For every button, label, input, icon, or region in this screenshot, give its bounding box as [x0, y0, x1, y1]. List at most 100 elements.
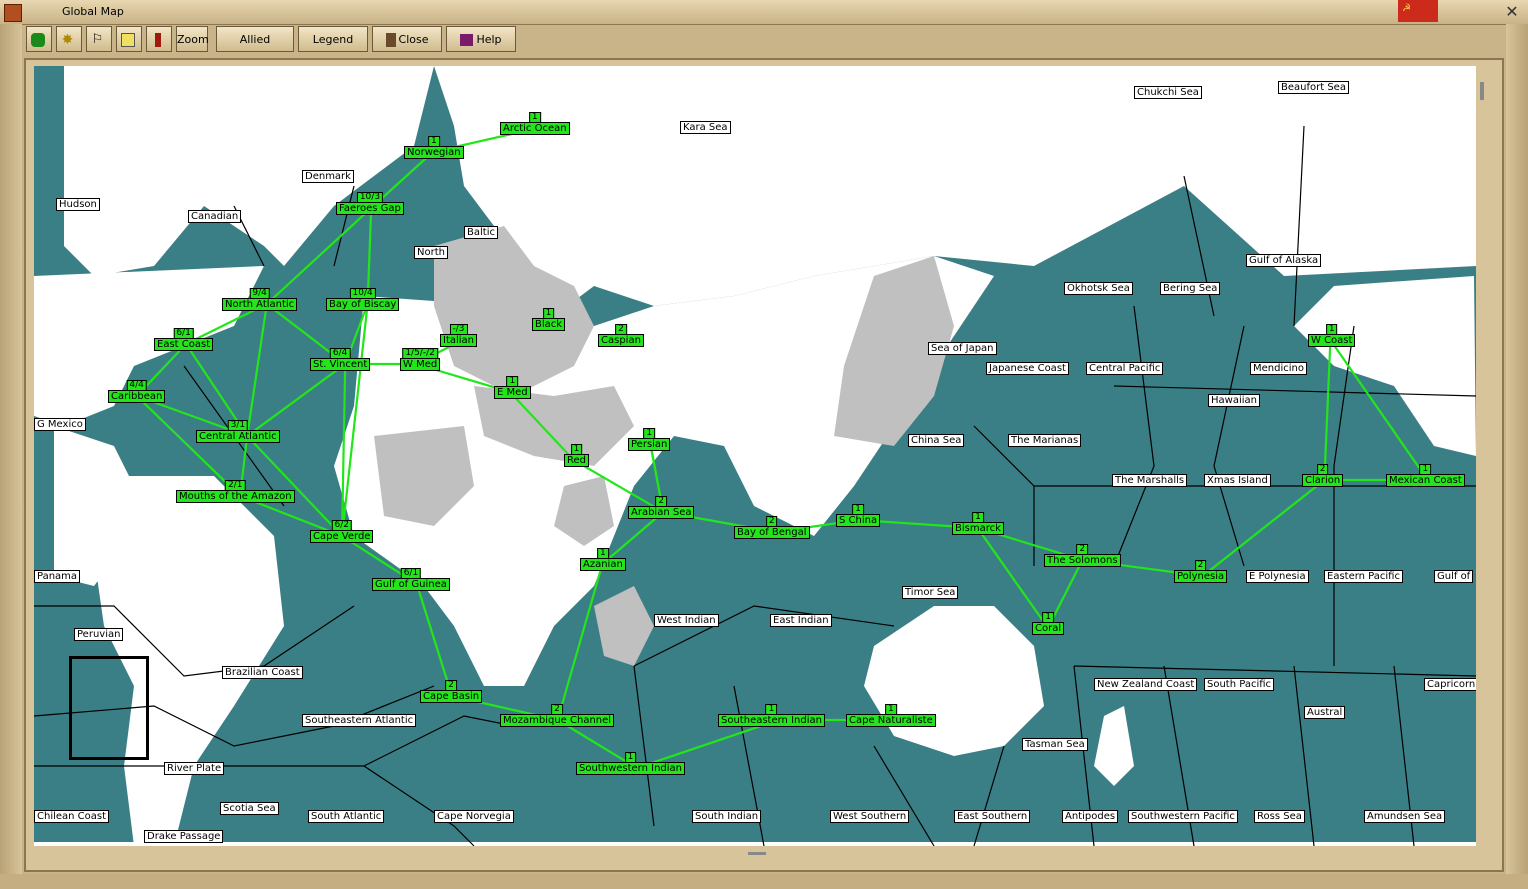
global-map[interactable]: Chukchi Sea Beaufort Sea Kara Sea Hudson Can…	[34, 66, 1476, 846]
sea-zone-label[interactable]: G Mexico	[34, 418, 86, 431]
sea-zone-label[interactable]: Ross Sea	[1254, 810, 1305, 823]
sea-zone-label[interactable]: China Sea	[908, 434, 965, 447]
sea-zone-label[interactable]: East Indian	[770, 614, 832, 627]
convoy-node[interactable]: Bismarck 1	[952, 512, 1004, 535]
convoy-node[interactable]: Bay of Bengal 2	[734, 516, 810, 539]
close-button[interactable]: Close	[372, 26, 442, 52]
sea-zone-label[interactable]: Hawaiian	[1208, 394, 1260, 407]
convoy-node[interactable]: Southeastern Indian 1	[718, 704, 825, 727]
convoy-count-badge: 3/1	[227, 420, 249, 431]
convoy-node[interactable]: Central Atlantic 3/1	[196, 420, 280, 443]
convoy-node[interactable]: W Med 1/5/-/2	[400, 348, 441, 371]
convoy-node[interactable]: East Coast 6/1	[154, 328, 214, 351]
convoy-node[interactable]: St. Vincent 6/4	[310, 348, 371, 371]
sea-zone-label[interactable]: The Marianas	[1008, 434, 1082, 447]
sea-zone-label[interactable]: Southeastern Atlantic	[302, 714, 417, 727]
convoy-node[interactable]: The Solomons 2	[1044, 544, 1121, 567]
convoy-node[interactable]: Polynesia 2	[1174, 560, 1228, 583]
map-viewport-marker[interactable]	[69, 656, 149, 760]
sea-zone-label[interactable]: Bering Sea	[1160, 282, 1221, 295]
sea-zone-label[interactable]: Kara Sea	[680, 121, 731, 134]
sea-zone-label[interactable]: Cape Norvegia	[434, 810, 514, 823]
sea-zone-label[interactable]: Japanese Coast	[986, 362, 1069, 375]
sea-zone-label[interactable]: Denmark	[302, 170, 354, 183]
sea-zone-label[interactable]: Capricorn	[1424, 678, 1476, 691]
help-button[interactable]: Help	[446, 26, 516, 52]
sea-zone-label[interactable]: Gulf of Alaska	[1246, 254, 1322, 267]
convoy-node[interactable]: Bay of Biscay 10/4	[326, 288, 400, 311]
sea-zone-label[interactable]: Tasman Sea	[1022, 738, 1088, 751]
sea-zone-label[interactable]: Eastern Pacific	[1324, 570, 1403, 583]
window-close-icon[interactable]: ✕	[1502, 2, 1522, 22]
sea-zone-label[interactable]: E Polynesia	[1246, 570, 1309, 583]
horizontal-scroll-thumb[interactable]	[748, 852, 766, 855]
convoy-node[interactable]: Mouths of the Amazon 2/1	[176, 480, 295, 503]
sea-zone-label[interactable]: Timor Sea	[902, 586, 959, 599]
pin-filter-button[interactable]	[146, 26, 172, 52]
convoy-node[interactable]: Italian -/3	[440, 324, 478, 347]
sea-zone-label[interactable]: The Marshalls	[1112, 474, 1188, 487]
convoy-node[interactable]: Arabian Sea 2	[628, 496, 695, 519]
convoy-node[interactable]: Faeroes Gap 10/3	[336, 192, 404, 215]
convoy-node[interactable]: Cape Naturaliste 1	[846, 704, 936, 727]
flag-filter-button[interactable]: ⚐	[86, 26, 112, 52]
sea-zone-label[interactable]: Chilean Coast	[34, 810, 110, 823]
convoy-node[interactable]: Arctic Ocean 1	[500, 112, 570, 135]
sea-zone-label[interactable]: Mendicino	[1250, 362, 1307, 375]
sea-zone-label[interactable]: Panama	[34, 570, 81, 583]
vertical-scroll-thumb[interactable]	[1480, 82, 1484, 100]
convoy-node[interactable]: Cape Basin 2	[420, 680, 483, 703]
convoy-node[interactable]: Southwestern Indian 1	[576, 752, 686, 775]
sea-zone-label[interactable]: Canadian	[188, 210, 242, 223]
sea-zone-label[interactable]: Gulf of	[1434, 570, 1474, 583]
sea-zone-label[interactable]: Hudson	[56, 198, 100, 211]
sea-zone-label[interactable]: Central Pacific	[1086, 362, 1164, 375]
sea-zone-label[interactable]: East Southern	[954, 810, 1031, 823]
star-filter-button[interactable]: ✸	[56, 26, 82, 52]
convoy-node[interactable]: Caribbean 4/4	[108, 380, 166, 403]
sea-zone-label[interactable]: Xmas Island	[1204, 474, 1271, 487]
convoy-node[interactable]: Coral 1	[1032, 612, 1065, 635]
sea-zone-label[interactable]: South Indian	[692, 810, 762, 823]
convoy-node[interactable]: North Atlantic 9/4	[222, 288, 298, 311]
convoy-node[interactable]: Caspian 2	[598, 324, 644, 347]
sea-zone-label[interactable]: New Zealand Coast	[1094, 678, 1198, 691]
sea-zone-label[interactable]: Scotia Sea	[220, 802, 279, 815]
sea-zone-label[interactable]: Chukchi Sea	[1134, 86, 1202, 99]
convoy-node[interactable]: Red 1	[564, 444, 589, 467]
hex-filter-button[interactable]	[26, 26, 52, 52]
sea-zone-label[interactable]: Peruvian	[74, 628, 124, 641]
sea-zone-label[interactable]: South Pacific	[1204, 678, 1275, 691]
convoy-node[interactable]: Clarion 2	[1302, 464, 1344, 487]
sea-zone-label[interactable]: Baltic	[464, 226, 498, 239]
sea-zone-label[interactable]: Southwestern Pacific	[1128, 810, 1238, 823]
sea-zone-label[interactable]: West Indian	[654, 614, 719, 627]
sea-zone-label[interactable]: Beaufort Sea	[1278, 81, 1349, 94]
sea-zone-label[interactable]: Antipodes	[1062, 810, 1119, 823]
convoy-node[interactable]: W Coast 1	[1308, 324, 1356, 347]
convoy-node[interactable]: Gulf of Guinea 6/1	[372, 568, 450, 591]
sea-zone-label[interactable]: North	[414, 246, 448, 259]
convoy-node[interactable]: E Med 1	[494, 376, 531, 399]
convoy-node[interactable]: Azanian 1	[580, 548, 626, 571]
sea-zone-label[interactable]: Amundsen Sea	[1364, 810, 1446, 823]
legend-button[interactable]: Legend	[298, 26, 368, 52]
sea-zone-label[interactable]: Drake Passage	[144, 830, 224, 843]
sea-zone-label[interactable]: South Atlantic	[308, 810, 385, 823]
sea-zone-label[interactable]: Okhotsk Sea	[1064, 282, 1133, 295]
sea-zone-label[interactable]: Austral	[1304, 706, 1346, 719]
convoy-node[interactable]: Persian 1	[628, 428, 671, 451]
convoy-node[interactable]: Mozambique Channel 2	[500, 704, 615, 727]
convoy-node[interactable]: Norwegian 1	[404, 136, 464, 159]
convoy-node[interactable]: Cape Verde 6/2	[310, 520, 374, 543]
allied-convoys-button[interactable]: Allied Convoys	[216, 26, 294, 72]
convoy-node[interactable]: Black 1	[532, 308, 566, 331]
sea-zone-label[interactable]: River Plate	[164, 762, 225, 775]
convoy-node[interactable]: S China 1	[836, 504, 881, 527]
sea-zone-label[interactable]: West Southern	[830, 810, 910, 823]
convoy-node[interactable]: Mexican Coast 1	[1386, 464, 1465, 487]
grid-filter-button[interactable]	[116, 26, 142, 52]
sea-zone-label[interactable]: Brazilian Coast	[222, 666, 303, 679]
sea-zone-label[interactable]: Sea of Japan	[928, 342, 997, 355]
zoom-button[interactable]: Zoom	[176, 26, 209, 52]
